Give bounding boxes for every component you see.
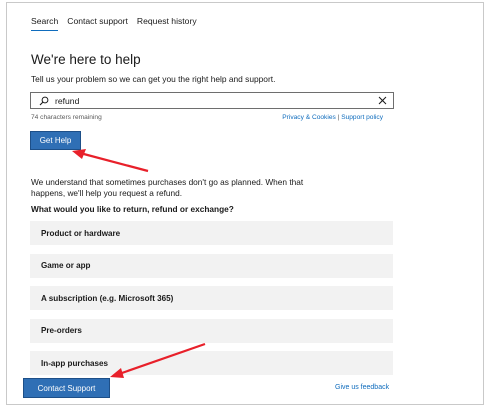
option-subscription[interactable]: A subscription (e.g. Microsoft 365) [30,286,393,310]
privacy-link[interactable]: Privacy & Cookies [282,114,336,121]
close-icon[interactable] [375,94,389,108]
link-separator: | [337,114,340,121]
tab-search[interactable]: Search [31,16,59,31]
tab-contact-support[interactable]: Contact support [67,16,128,31]
support-policy-link[interactable]: Support policy [341,114,383,121]
get-help-button[interactable]: Get Help [30,131,81,150]
page-title: We're here to help [31,52,141,67]
policy-links: Privacy & Cookies | Support policy [282,114,383,121]
search-box [30,92,394,109]
option-pre-orders[interactable]: Pre-orders [30,318,393,343]
option-product-hardware[interactable]: Product or hardware [30,221,393,245]
search-input[interactable] [55,93,375,108]
option-list: Product or hardware Game or app A subscr… [30,221,393,384]
refund-description: We understand that sometimes purchases d… [31,177,304,198]
search-icon [37,94,51,108]
feedback-link[interactable]: Give us feedback [335,384,389,391]
refund-question: What would you like to return, refund or… [31,204,234,214]
option-game-app[interactable]: Game or app [30,253,393,278]
option-in-app-purchases[interactable]: In-app purchases [30,351,393,375]
tab-request-history[interactable]: Request history [137,16,197,31]
tab-bar: Search Contact support Request history [31,16,206,31]
support-panel: Search Contact support Request history W… [6,2,484,405]
contact-support-button[interactable]: Contact Support [23,378,110,398]
footer-bar: Contact Support Give us feedback [7,375,483,404]
character-count: 74 characters remaining [31,114,102,121]
page-subtitle: Tell us your problem so we can get you t… [31,74,276,84]
